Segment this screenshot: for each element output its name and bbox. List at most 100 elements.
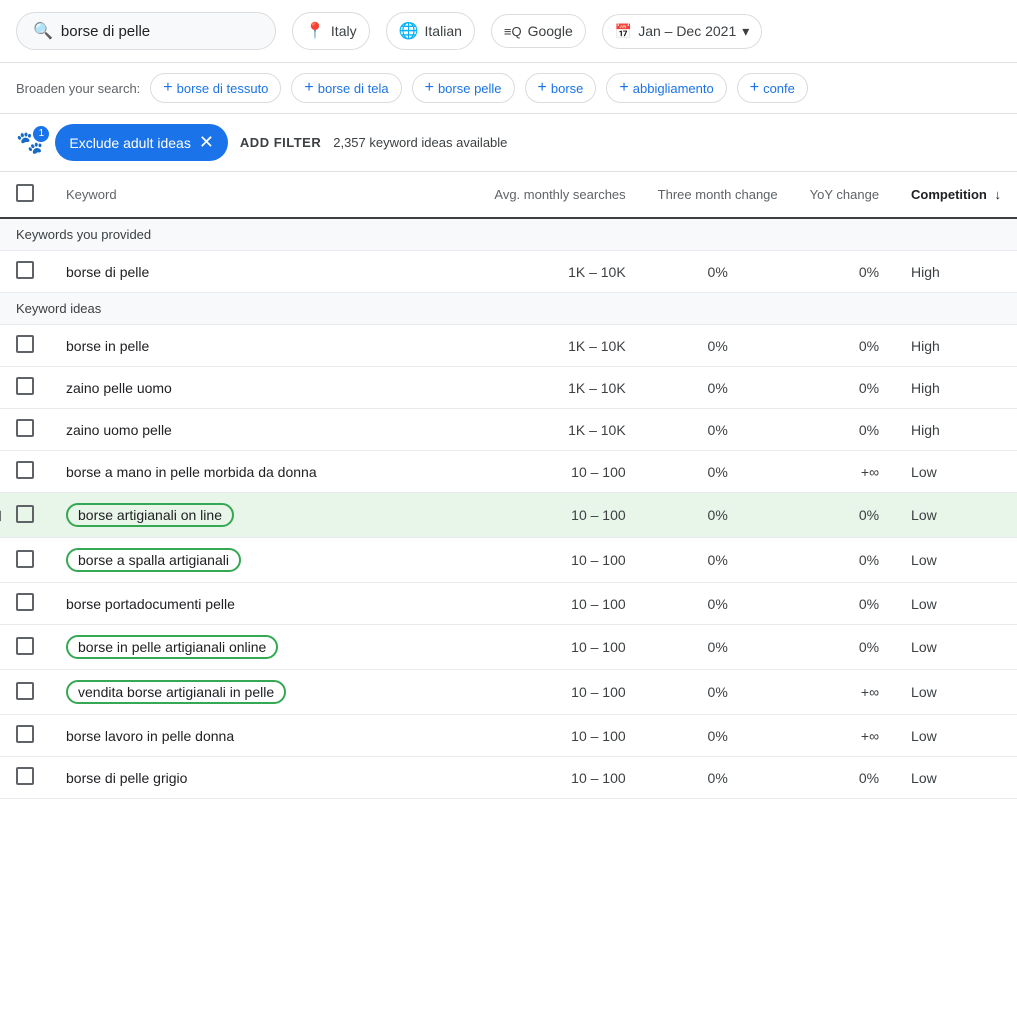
language-label: Italian <box>425 23 462 39</box>
location-filter[interactable]: 📍 Italy <box>292 12 370 50</box>
broaden-chip-label-4: abbigliamento <box>633 81 714 96</box>
keyword-text-1-4: borse artigianali on line <box>66 503 234 527</box>
three-month-1-10: 0% <box>642 757 794 799</box>
table-row: zaino uomo pelle 1K – 10K 0% 0% High <box>0 409 1017 451</box>
yoy-1-6: 0% <box>794 583 895 625</box>
broaden-chip-2[interactable]: + borse pelle <box>412 73 515 103</box>
three-month-1-8: 0% <box>642 670 794 715</box>
row-checkbox-1-9[interactable] <box>16 725 34 743</box>
row-checkbox-1-5[interactable] <box>16 550 34 568</box>
three-month-1-2: 0% <box>642 409 794 451</box>
broaden-bar: Broaden your search: + borse di tessuto … <box>0 63 1017 114</box>
three-month-1-7: 0% <box>642 625 794 670</box>
avg-monthly-1-7: 10 – 100 <box>478 625 641 670</box>
avg-monthly-1-3: 10 – 100 <box>478 451 641 493</box>
date-filter[interactable]: 📅 Jan – Dec 2021 ▾ <box>602 14 763 49</box>
yoy-1-10: 0% <box>794 757 895 799</box>
col-header-competition[interactable]: Competition ↓ <box>895 172 1017 218</box>
keyword-text-1-0: borse in pelle <box>66 338 149 354</box>
competition-1-3: Low <box>895 451 1017 493</box>
yoy-1-9: +∞ <box>794 715 895 757</box>
calendar-icon: 📅 <box>615 23 632 40</box>
language-filter[interactable]: 🌐 Italian <box>386 12 475 50</box>
col-header-avg-monthly: Avg. monthly searches <box>478 172 641 218</box>
competition-1-8: Low <box>895 670 1017 715</box>
select-all-checkbox[interactable] <box>16 184 34 202</box>
source-label: Google <box>528 23 573 39</box>
plus-icon-1: + <box>304 79 313 97</box>
date-range-label: Jan – Dec 2021 <box>638 23 736 39</box>
close-icon: ✕ <box>199 132 214 153</box>
section-title-1: Keyword ideas <box>0 293 1017 325</box>
google-icon: ≡Q <box>504 24 522 39</box>
table-row: ◀ borse artigianali on line 10 – 100 0% … <box>0 493 1017 538</box>
competition-1-0: High <box>895 325 1017 367</box>
keyword-text-1-5: borse a spalla artigianali <box>66 548 241 572</box>
keyword-text-1-3: borse a mano in pelle morbida da donna <box>66 464 317 480</box>
keyword-text-1-9: borse lavoro in pelle donna <box>66 728 234 744</box>
broaden-chip-3[interactable]: + borse <box>525 73 597 103</box>
competition-1-5: Low <box>895 538 1017 583</box>
available-count-label: 2,357 keyword ideas available <box>333 135 507 150</box>
row-checkbox-1-8[interactable] <box>16 682 34 700</box>
three-month-1-5: 0% <box>642 538 794 583</box>
row-checkbox-1-3[interactable] <box>16 461 34 479</box>
location-label: Italy <box>331 23 357 39</box>
three-month-1-3: 0% <box>642 451 794 493</box>
competition-1-2: High <box>895 409 1017 451</box>
exclude-adult-button[interactable]: Exclude adult ideas ✕ <box>55 124 228 161</box>
competition-1-10: Low <box>895 757 1017 799</box>
yoy-1-0: 0% <box>794 325 895 367</box>
row-checkbox-1-7[interactable] <box>16 637 34 655</box>
competition-1-6: Low <box>895 583 1017 625</box>
broaden-chip-1[interactable]: + borse di tela <box>291 73 401 103</box>
table-row: borse lavoro in pelle donna 10 – 100 0% … <box>0 715 1017 757</box>
table-row: borse di pelle grigio 10 – 100 0% 0% Low <box>0 757 1017 799</box>
table-row: borse in pelle 1K – 10K 0% 0% High <box>0 325 1017 367</box>
three-month-1-9: 0% <box>642 715 794 757</box>
row-checkbox-1-2[interactable] <box>16 419 34 437</box>
row-checkbox-1-10[interactable] <box>16 767 34 785</box>
table-row: borse a mano in pelle morbida da donna 1… <box>0 451 1017 493</box>
location-icon: 📍 <box>305 21 325 41</box>
avg-monthly-1-2: 1K – 10K <box>478 409 641 451</box>
broaden-chip-5[interactable]: + confe <box>737 73 808 103</box>
broaden-chip-label-5: confe <box>763 81 795 96</box>
keyword-cell-1-3: borse a mano in pelle morbida da donna <box>50 451 478 493</box>
yoy-1-8: +∞ <box>794 670 895 715</box>
keyword-cell-0-0: borse di pelle <box>50 251 478 293</box>
row-checkbox-1-6[interactable] <box>16 593 34 611</box>
keyword-cell-1-2: zaino uomo pelle <box>50 409 478 451</box>
broaden-chip-0[interactable]: + borse di tessuto <box>150 73 281 103</box>
avg-monthly-1-0: 1K – 10K <box>478 325 641 367</box>
add-filter-button[interactable]: ADD FILTER <box>240 135 321 150</box>
competition-1-4: Low <box>895 493 1017 538</box>
back-arrow-icon[interactable]: ◀ <box>0 507 1 524</box>
source-filter[interactable]: ≡Q Google <box>491 14 586 48</box>
broaden-chip-4[interactable]: + abbigliamento <box>606 73 726 103</box>
three-month-0-0: 0% <box>642 251 794 293</box>
keyword-text-1-8: vendita borse artigianali in pelle <box>66 680 286 704</box>
section-header-0: Keywords you provided <box>0 218 1017 251</box>
sort-arrow-icon: ↓ <box>995 187 1002 202</box>
table-row: borse in pelle artigianali online 10 – 1… <box>0 625 1017 670</box>
keyword-text-0-0: borse di pelle <box>66 264 149 280</box>
row-checkbox-1-1[interactable] <box>16 377 34 395</box>
filter-bar: 🐾 1 Exclude adult ideas ✕ ADD FILTER 2,3… <box>0 114 1017 172</box>
plus-icon-2: + <box>425 79 434 97</box>
keyword-text-1-10: borse di pelle grigio <box>66 770 187 786</box>
row-checkbox-1-0[interactable] <box>16 335 34 353</box>
keyword-cell-1-4: borse artigianali on line <box>50 493 478 538</box>
avg-monthly-1-10: 10 – 100 <box>478 757 641 799</box>
competition-0-0: High <box>895 251 1017 293</box>
three-month-1-0: 0% <box>642 325 794 367</box>
three-month-1-4: 0% <box>642 493 794 538</box>
yoy-1-4: 0% <box>794 493 895 538</box>
keyword-cell-1-10: borse di pelle grigio <box>50 757 478 799</box>
plus-icon-4: + <box>619 79 628 97</box>
row-checkbox-0-0[interactable] <box>16 261 34 279</box>
competition-1-1: High <box>895 367 1017 409</box>
col-header-three-month: Three month change <box>642 172 794 218</box>
search-box[interactable]: 🔍 borse di pelle <box>16 12 276 50</box>
row-checkbox-1-4[interactable] <box>16 505 34 523</box>
